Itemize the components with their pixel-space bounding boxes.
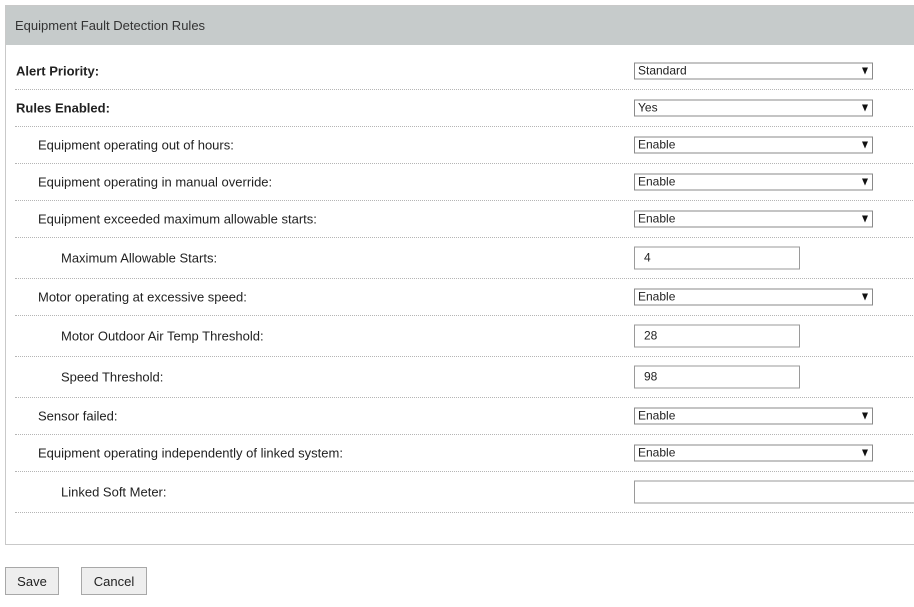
alert-priority-label: Alert Priority:: [16, 63, 100, 79]
row-max-allowable-starts: Maximum Allowable Starts: 4: [15, 238, 914, 279]
row-rules-enabled: Rules Enabled: Yes: [15, 90, 914, 127]
excessive-speed-select[interactable]: Enable: [634, 288, 873, 306]
row-max-starts-rule: Equipment exceeded maximum allowable sta…: [15, 201, 914, 238]
linked-soft-meter-label: Linked Soft Meter:: [61, 484, 167, 500]
max-starts-rule-select[interactable]: Enable: [634, 210, 873, 228]
out-of-hours-select[interactable]: Enable: [634, 136, 873, 154]
linked-system-value: Enable: [638, 445, 676, 460]
row-linked-soft-meter: Linked Soft Meter:: [15, 472, 914, 513]
row-alert-priority: Alert Priority: Standard: [15, 53, 914, 90]
out-of-hours-value: Enable: [638, 137, 676, 152]
save-button[interactable]: Save: [5, 567, 59, 595]
chevron-down-icon: [862, 67, 868, 75]
row-linked-system: Equipment operating independently of lin…: [15, 435, 914, 472]
chevron-down-icon: [862, 104, 868, 112]
excessive-speed-value: Enable: [638, 289, 676, 304]
row-out-of-hours: Equipment operating out of hours: Enable: [15, 127, 914, 164]
chevron-down-icon: [862, 293, 868, 301]
linked-system-label: Equipment operating independently of lin…: [38, 445, 343, 461]
rules-enabled-select[interactable]: Yes: [634, 99, 873, 117]
chevron-down-icon: [862, 141, 868, 149]
chevron-down-icon: [862, 178, 868, 186]
max-starts-rule-value: Enable: [638, 211, 676, 226]
speed-threshold-input[interactable]: 98: [634, 365, 800, 389]
linked-soft-meter-input[interactable]: [634, 480, 914, 504]
row-sensor-failed: Sensor failed: Enable: [15, 398, 914, 435]
sensor-failed-value: Enable: [638, 408, 676, 423]
linked-system-select[interactable]: Enable: [634, 444, 873, 462]
manual-override-value: Enable: [638, 174, 676, 189]
row-speed-threshold: Speed Threshold: 98: [15, 357, 914, 398]
cancel-button[interactable]: Cancel: [81, 567, 147, 595]
chevron-down-icon: [862, 449, 868, 457]
oat-threshold-label: Motor Outdoor Air Temp Threshold:: [61, 328, 264, 344]
manual-override-label: Equipment operating in manual override:: [38, 174, 273, 190]
oat-threshold-input[interactable]: 28: [634, 324, 800, 348]
sensor-failed-label: Sensor failed:: [38, 408, 118, 424]
rules-form: Alert Priority: Standard Rules Enabled: …: [15, 53, 914, 513]
max-starts-rule-label: Equipment exceeded maximum allowable sta…: [38, 211, 317, 227]
max-allowable-starts-input[interactable]: 4: [634, 246, 800, 270]
alert-priority-select[interactable]: Standard: [634, 62, 873, 80]
rules-enabled-label: Rules Enabled:: [16, 100, 110, 116]
speed-threshold-label: Speed Threshold:: [61, 369, 164, 385]
row-manual-override: Equipment operating in manual override: …: [15, 164, 914, 201]
sensor-failed-select[interactable]: Enable: [634, 407, 873, 425]
out-of-hours-label: Equipment operating out of hours:: [38, 137, 234, 153]
rules-enabled-value: Yes: [638, 100, 658, 115]
panel-title: Equipment Fault Detection Rules: [15, 18, 206, 33]
chevron-down-icon: [862, 412, 868, 420]
row-oat-threshold: Motor Outdoor Air Temp Threshold: 28: [15, 316, 914, 357]
chevron-down-icon: [862, 215, 868, 223]
alert-priority-value: Standard: [638, 63, 687, 78]
fault-detection-panel: Equipment Fault Detection Rules Alert Pr…: [5, 5, 914, 545]
excessive-speed-label: Motor operating at excessive speed:: [38, 289, 247, 305]
max-allowable-starts-label: Maximum Allowable Starts:: [61, 250, 218, 266]
manual-override-select[interactable]: Enable: [634, 173, 873, 191]
row-excessive-speed: Motor operating at excessive speed: Enab…: [15, 279, 914, 316]
panel-header: Equipment Fault Detection Rules: [6, 6, 914, 45]
